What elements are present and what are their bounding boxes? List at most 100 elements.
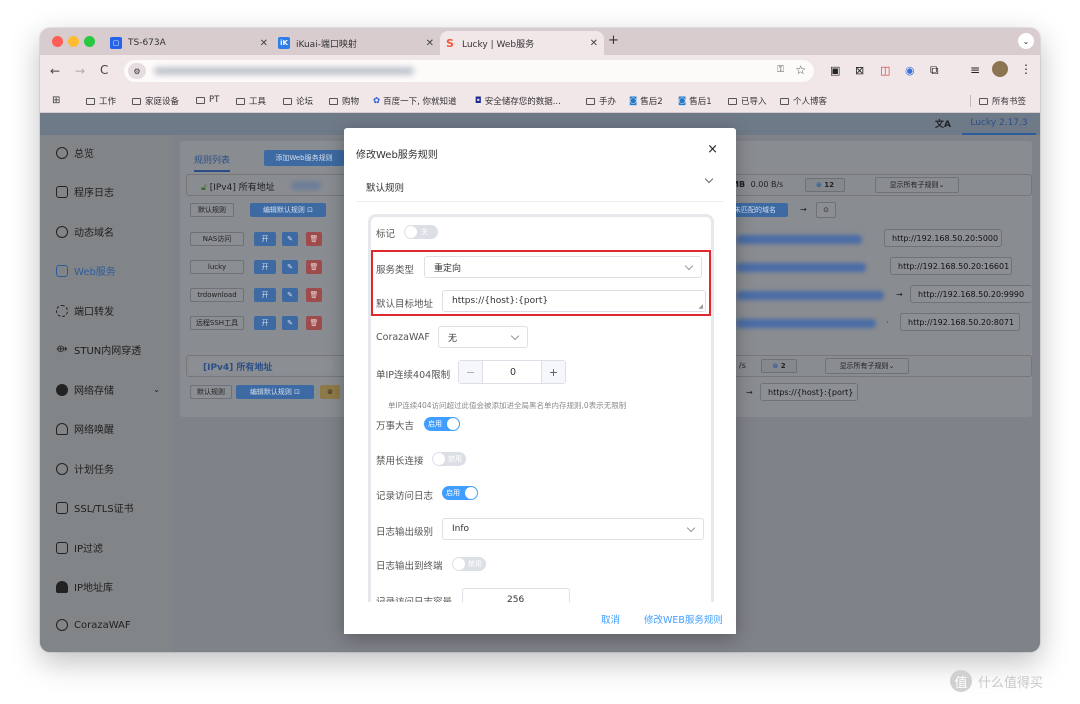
sidebar-item-forward[interactable]: 端口转发 <box>56 303 114 318</box>
decrement-button[interactable]: − <box>459 361 483 383</box>
tab-search-chevron-icon[interactable]: ⌄ <box>1018 33 1034 49</box>
edit-default-rule-button[interactable]: 编辑默认规则 ⊡ <box>236 385 314 399</box>
sidebar-item-overview[interactable]: 总览 <box>56 145 94 160</box>
collapse-default-rule[interactable]: 默认规则 <box>356 166 724 202</box>
bookmark-item[interactable]: 已导入 <box>728 95 767 107</box>
bookmark-item[interactable]: 个人博客 <box>780 95 827 107</box>
rule-toggle[interactable]: 开 <box>254 316 276 330</box>
bookmark-item[interactable]: 论坛 <box>283 95 313 107</box>
bookmark-item[interactable]: ◘ 安全储存您的数据... <box>475 95 561 107</box>
bookmark-item[interactable]: 工具 <box>236 95 266 107</box>
sidebar-item-ddns[interactable]: 动态域名 <box>56 224 114 239</box>
tab-lucky[interactable]: S Lucky | Web服务 ✕ <box>440 31 604 55</box>
all-bookmarks[interactable]: 所有书签 <box>970 95 1026 107</box>
translate-icon[interactable]: 文A <box>935 117 951 130</box>
rule-toggle[interactable]: 开 <box>254 260 276 274</box>
extension-icon[interactable]: ⊠ <box>855 64 864 77</box>
bookmark-item[interactable]: 手办 <box>586 95 616 107</box>
show-all-subrules-select[interactable]: 显示所有子规则 ⌄ <box>875 177 959 193</box>
extension-icon[interactable]: ▣ <box>830 64 840 77</box>
close-tab-icon[interactable]: ✕ <box>426 38 434 49</box>
rule-toggle[interactable]: 开 <box>254 288 276 302</box>
edit-icon[interactable]: ✎ <box>282 288 298 302</box>
view-icon[interactable]: ⊚ <box>320 385 340 399</box>
delete-icon[interactable]: 🗑︎ <box>306 288 322 302</box>
minimize-window-icon[interactable] <box>68 36 79 47</box>
blurred-domain <box>736 319 876 328</box>
chevron-down-icon: ⌄ <box>153 385 160 394</box>
loglevel-select[interactable]: Info <box>442 518 704 540</box>
extension-icon[interactable]: ◫ <box>880 64 890 77</box>
target-address-input[interactable]: https://{host}:{port} ◢ <box>442 290 706 312</box>
close-tab-icon[interactable]: ✕ <box>260 38 268 49</box>
back-icon[interactable]: ← <box>50 64 60 78</box>
service-type-label: 服务类型 <box>376 265 415 276</box>
site-info-icon[interactable]: ⚙ <box>128 63 146 79</box>
tab-ts673a[interactable]: ▢ TS-673A ✕ <box>106 31 274 55</box>
logcap-stepper[interactable]: 256 <box>462 588 570 602</box>
edit-icon[interactable]: ✎ <box>282 232 298 246</box>
sidebar-item-waf[interactable]: CorazaWAF <box>56 619 131 631</box>
tag-switch[interactable]: 关 <box>404 225 438 239</box>
target-icon[interactable]: ⊙ <box>816 202 836 218</box>
bookmark-star-icon[interactable]: ☆ <box>795 63 806 77</box>
maximize-window-icon[interactable] <box>84 36 95 47</box>
sidebar-item-stun[interactable]: ⟴ STUN内网穿透 <box>56 342 141 358</box>
reading-list-icon[interactable]: ≡ <box>970 63 980 77</box>
bookmark-item[interactable]: ◙ 售后2 <box>629 95 663 107</box>
extensions-puzzle-icon[interactable]: ⧉ <box>930 63 939 78</box>
tab-rules[interactable]: 规则列表 <box>194 153 231 172</box>
sidebar-item-schedule[interactable]: 计划任务 <box>56 461 114 476</box>
apps-grid-icon[interactable]: ⊞ <box>52 95 60 106</box>
bookmark-item[interactable]: 购物 <box>329 95 359 107</box>
sidebar-item-ssl[interactable]: SSL/TLS证书 <box>56 500 134 515</box>
bookmark-item[interactable]: ◙ 售后1 <box>678 95 712 107</box>
loglevel-label: 日志输出级别 <box>376 527 434 538</box>
add-rule-button[interactable]: 添加Web服务规则 <box>264 150 344 166</box>
close-icon[interactable]: × <box>707 142 718 157</box>
bookmark-item[interactable]: ✿ 百度一下, 你就知道 <box>373 95 457 107</box>
blurred-domain <box>736 263 866 272</box>
sidebar-item-ipfilter[interactable]: IP过滤 <box>56 540 103 555</box>
bookmark-item[interactable]: PT <box>196 95 219 105</box>
sidebar-item-ipdb[interactable]: IP地址库 <box>56 579 113 594</box>
sidebar-item-web[interactable]: Web服务 <box>56 263 116 278</box>
wanshi-switch[interactable]: 启用 <box>424 417 460 431</box>
delete-icon[interactable]: 🗑︎ <box>306 260 322 274</box>
bookmark-item[interactable]: 工作 <box>86 95 116 107</box>
tab-ikuai[interactable]: iK iKuai-端口映射 ✕ <box>274 31 440 55</box>
switch-knob <box>447 418 459 430</box>
close-window-icon[interactable] <box>52 36 63 47</box>
cancel-button[interactable]: 取消 <box>601 612 620 626</box>
reload-icon[interactable]: C <box>100 63 108 77</box>
service-type-select[interactable]: 重定向 <box>424 256 702 278</box>
edit-icon[interactable]: ✎ <box>282 260 298 274</box>
bookmark-item[interactable]: 家庭设备 <box>132 95 179 107</box>
edit-default-rule-button[interactable]: 编辑默认规则 ⊡ <box>250 203 326 217</box>
accesslog-switch[interactable]: 启用 <box>442 486 478 500</box>
forward-icon[interactable]: → <box>75 64 85 78</box>
limit-stepper[interactable]: − 0 + <box>458 360 566 384</box>
menu-kebab-icon[interactable]: ⋮ <box>1020 62 1032 76</box>
rule-count-badge: ⊜ 12 <box>805 178 845 192</box>
close-tab-icon[interactable]: ✕ <box>590 38 598 49</box>
profile-avatar[interactable] <box>992 61 1008 77</box>
waf-select[interactable]: 无 <box>438 326 528 348</box>
edit-icon[interactable]: ✎ <box>282 316 298 330</box>
delete-icon[interactable]: 🗑︎ <box>306 232 322 246</box>
sidebar-item-logs[interactable]: 程序日志 <box>56 184 114 199</box>
address-bar[interactable]: ⚙ ⚿ ☆ <box>124 60 814 82</box>
logterm-switch[interactable]: 禁用 <box>452 557 486 571</box>
sidebar-item-storage[interactable]: 网络存储 ⌄ <box>56 382 160 397</box>
rule-toggle[interactable]: 开 <box>254 232 276 246</box>
submit-button[interactable]: 修改WEB服务规则 <box>644 612 723 626</box>
show-all-subrules-select[interactable]: 显示所有子规则 ⌄ <box>825 358 909 374</box>
password-key-icon[interactable]: ⚿ <box>777 65 784 75</box>
increment-button[interactable]: + <box>541 361 565 383</box>
extension-icon[interactable]: ◉ <box>905 64 915 77</box>
keepalive-switch[interactable]: 禁用 <box>432 452 466 466</box>
new-tab-button[interactable]: + <box>608 33 619 48</box>
arrow-icon: → <box>800 205 807 214</box>
delete-icon[interactable]: 🗑︎ <box>306 316 322 330</box>
sidebar-item-wake[interactable]: 网络唤醒 <box>56 421 114 436</box>
